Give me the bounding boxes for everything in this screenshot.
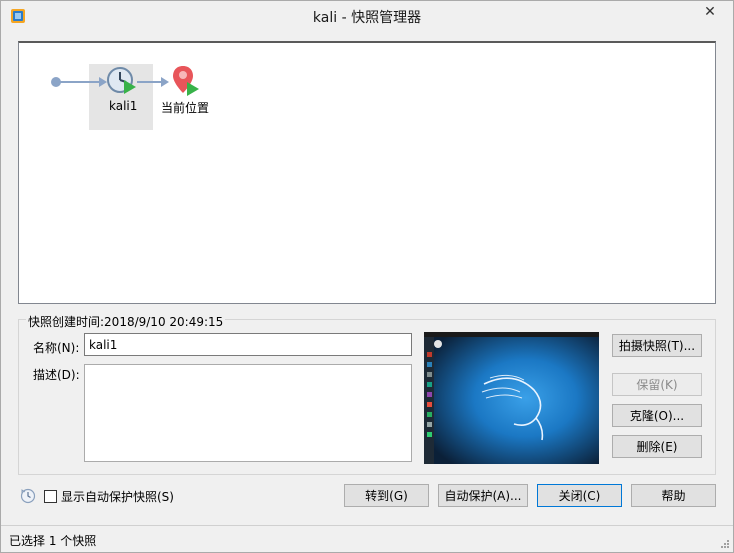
name-label: 名称(N): xyxy=(33,341,80,355)
snapshot-created-time: 快照创建时间:2018/9/10 20:49:15 xyxy=(26,313,226,330)
arrow-head xyxy=(161,77,169,87)
snapshot-thumbnail xyxy=(424,332,599,464)
close-icon: ✕ xyxy=(704,4,716,20)
snapshot-name-field[interactable] xyxy=(84,333,412,356)
kali-desktop-preview xyxy=(424,332,599,464)
show-autoprotect-row[interactable]: 显示自动保护快照(S) xyxy=(20,487,174,505)
take-snapshot-button[interactable]: 拍摄快照(T)... xyxy=(612,334,702,357)
autoprotect-button[interactable]: 自动保护(A)... xyxy=(438,484,528,507)
snapshot-tree[interactable]: kali1 当前位置 xyxy=(18,41,716,304)
title-bar: kali - 快照管理器 ✕ xyxy=(1,1,733,31)
keep-button[interactable]: 保留(K) xyxy=(612,373,702,396)
description-label: 描述(D): xyxy=(33,368,80,382)
show-autoprotect-checkbox[interactable] xyxy=(44,489,57,503)
help-button[interactable]: 帮助 xyxy=(631,484,716,507)
goto-button[interactable]: 转到(G) xyxy=(344,484,429,507)
resize-grip-icon[interactable] xyxy=(720,539,730,549)
current-location-pin-icon xyxy=(173,66,199,96)
show-autoprotect-label[interactable]: 显示自动保护快照(S) xyxy=(61,488,174,505)
snapshot-manager-window: kali - 快照管理器 ✕ kali1 当前位置 快照创建时间:2018/9/… xyxy=(0,0,734,553)
delete-button[interactable]: 删除(E) xyxy=(612,435,702,458)
snapshot-description-field[interactable] xyxy=(84,364,412,462)
snapshot-clock-icon xyxy=(107,67,136,94)
clone-button[interactable]: 克隆(O)... xyxy=(612,404,702,427)
autoprotect-clock-icon xyxy=(20,488,36,504)
window-title: kali - 快照管理器 xyxy=(312,10,422,26)
current-location-label: 当前位置 xyxy=(161,101,210,115)
close-button[interactable]: 关闭(C) xyxy=(537,484,622,507)
close-window-button[interactable]: ✕ xyxy=(695,1,725,23)
status-text: 已选择 1 个快照 xyxy=(9,534,97,548)
snapshot-node-label: kali1 xyxy=(109,99,138,113)
status-bar: 已选择 1 个快照 xyxy=(1,525,733,552)
